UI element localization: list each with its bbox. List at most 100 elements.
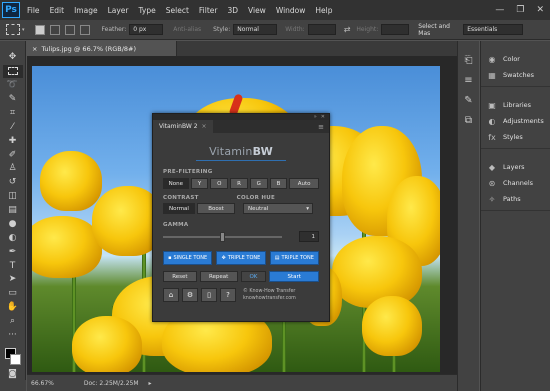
reset-button[interactable]: Reset xyxy=(163,271,197,282)
marquee-tool-icon[interactable] xyxy=(2,64,23,78)
quick-mask-icon[interactable]: ◙ xyxy=(3,367,23,380)
history-brush-icon[interactable]: ↺ xyxy=(3,176,23,189)
filter-none-button[interactable]: None xyxy=(163,178,189,189)
properties-panel-icon[interactable]: ≡ xyxy=(462,73,476,87)
filter-auto-button[interactable]: Auto xyxy=(289,178,319,189)
height-input[interactable] xyxy=(381,24,410,35)
panel-menu-icon[interactable]: ≡ xyxy=(318,123,324,131)
panel-layers[interactable]: ◆ Layers xyxy=(481,159,550,175)
styles-icon: fx xyxy=(488,132,496,142)
select-and-mask-button[interactable]: Select and Mas xyxy=(415,23,462,37)
panel-swatches[interactable]: ▦ Swatches xyxy=(481,67,550,83)
zoom-tool-icon[interactable]: ⌕ xyxy=(3,315,23,328)
document-tab[interactable]: × Tulips.jpg @ 66.7% (RGB/8#) xyxy=(27,41,177,56)
contrast-boost-button[interactable]: Boost xyxy=(197,203,235,214)
brush-tool-icon[interactable]: ✐ xyxy=(3,148,23,161)
contrast-normal-button[interactable]: Normal xyxy=(163,203,195,214)
filter-g-button[interactable]: G xyxy=(249,178,268,189)
preset-dropdown-icon[interactable]: ▾ xyxy=(22,27,25,33)
history-panel-icon[interactable]: ⎗ xyxy=(462,53,476,67)
lasso-tool-icon[interactable]: ➰ xyxy=(3,79,23,92)
antialias-checkbox[interactable]: Anti-alias xyxy=(173,26,201,33)
menu-help[interactable]: Help xyxy=(315,6,332,15)
menu-3d[interactable]: 3D xyxy=(227,6,238,15)
gamma-slider[interactable] xyxy=(163,231,283,242)
extensions-panel-icon[interactable]: ⧉ xyxy=(462,113,476,127)
close-icon[interactable]: ✕ xyxy=(536,5,544,15)
menu-view[interactable]: View xyxy=(248,6,266,15)
panel-styles[interactable]: fx Styles xyxy=(481,129,550,145)
help-icon[interactable]: ? xyxy=(220,288,236,302)
eraser-tool-icon[interactable]: ◫ xyxy=(3,190,23,203)
doc-info[interactable]: Doc: 2.25M/2.25M xyxy=(84,380,139,387)
menu-select[interactable]: Select xyxy=(166,6,189,15)
gamma-value-input[interactable]: 1 xyxy=(299,231,319,242)
healing-brush-icon[interactable]: ✚ xyxy=(3,134,23,147)
menu-type[interactable]: Type xyxy=(139,6,156,15)
filter-o-button[interactable]: O xyxy=(210,178,229,189)
width-input[interactable] xyxy=(307,24,336,35)
start-button[interactable]: Start xyxy=(269,271,319,282)
zoom-level[interactable]: 66.67% xyxy=(31,380,54,387)
triple-tone-button-2[interactable]: ▤ TRIPLE TONE xyxy=(269,251,319,265)
filter-y-button[interactable]: Y xyxy=(190,178,209,189)
triple-tone-button-1[interactable]: ✥ TRIPLE TONE xyxy=(216,251,266,265)
marquee-preset-icon[interactable] xyxy=(6,24,20,35)
menu-image[interactable]: Image xyxy=(74,6,98,15)
panel-adjustments[interactable]: ◐ Adjustments xyxy=(481,113,550,129)
hand-tool-icon[interactable]: ✋ xyxy=(3,301,23,314)
quick-select-tool-icon[interactable]: ✎ xyxy=(3,93,23,106)
ok-button[interactable]: OK xyxy=(240,271,267,282)
single-tone-button[interactable]: ▪ SINGLE TONE xyxy=(163,251,213,265)
menu-layer[interactable]: Layer xyxy=(108,6,129,15)
background-color[interactable] xyxy=(9,354,21,366)
panel-channels[interactable]: ⊛ Channels xyxy=(481,175,550,191)
panel-color[interactable]: ◉ Color xyxy=(481,51,550,67)
vitaminbw-tab[interactable]: VitaminBW 2 × xyxy=(153,120,213,133)
add-selection-icon[interactable] xyxy=(49,24,60,35)
menu-file[interactable]: File xyxy=(27,6,40,15)
dodge-tool-icon[interactable]: ◐ xyxy=(3,231,23,244)
tab-close-icon[interactable]: × xyxy=(32,45,37,53)
menu-window[interactable]: Window xyxy=(276,6,306,15)
collapse-icon[interactable]: » xyxy=(314,114,317,120)
move-tool-icon[interactable]: ✥ xyxy=(3,51,23,64)
swap-icon[interactable]: ⇄ xyxy=(344,25,351,34)
gear-icon[interactable]: ⚙ xyxy=(182,288,198,302)
credit-line-2[interactable]: knowhowtransfer.com xyxy=(243,295,296,302)
workspace-select[interactable]: Essentials xyxy=(463,24,524,35)
clone-stamp-icon[interactable]: ♙ xyxy=(3,162,23,175)
pen-tool-icon[interactable]: ✒ xyxy=(3,245,23,258)
color-hue-select[interactable]: Neutral ▾ xyxy=(243,203,313,214)
path-selection-icon[interactable]: ➤ xyxy=(3,273,23,286)
style-select[interactable]: Normal xyxy=(233,24,278,35)
restore-icon[interactable]: ❐ xyxy=(516,5,524,15)
home-icon[interactable]: ⌂ xyxy=(163,288,179,302)
type-tool-icon[interactable]: T xyxy=(3,259,23,272)
tab-close-icon[interactable]: × xyxy=(202,123,207,130)
document-icon[interactable]: ▯ xyxy=(201,288,217,302)
intersect-selection-icon[interactable] xyxy=(79,24,90,35)
menu-edit[interactable]: Edit xyxy=(50,6,65,15)
gradient-tool-icon[interactable]: ▤ xyxy=(3,204,23,217)
subtract-selection-icon[interactable] xyxy=(64,24,75,35)
more-tools-icon[interactable]: ··· xyxy=(3,329,23,342)
new-selection-icon[interactable] xyxy=(34,24,45,35)
status-arrow-icon[interactable]: ▸ xyxy=(149,380,152,387)
filter-b-button[interactable]: B xyxy=(269,178,288,189)
rectangle-tool-icon[interactable]: ▭ xyxy=(3,287,23,300)
crop-tool-icon[interactable]: ⌗ xyxy=(3,107,23,120)
eyedropper-tool-icon[interactable]: ⁄ xyxy=(3,120,23,133)
repeat-button[interactable]: Repeat xyxy=(199,271,238,282)
panel-close-icon[interactable]: ✕ xyxy=(321,114,325,120)
feather-input[interactable]: 0 px xyxy=(129,24,164,35)
filter-r-button[interactable]: R xyxy=(230,178,248,189)
minimize-icon[interactable]: — xyxy=(495,5,504,15)
gamma-slider-thumb[interactable] xyxy=(220,231,226,242)
blur-tool-icon[interactable]: ● xyxy=(3,218,23,231)
menu-filter[interactable]: Filter xyxy=(199,6,218,15)
panel-libraries[interactable]: ▣ Libraries xyxy=(481,97,550,113)
panel-paths[interactable]: ✧ Paths xyxy=(481,191,550,207)
brush-panel-icon[interactable]: ✎ xyxy=(462,93,476,107)
color-swatches[interactable] xyxy=(3,348,23,366)
